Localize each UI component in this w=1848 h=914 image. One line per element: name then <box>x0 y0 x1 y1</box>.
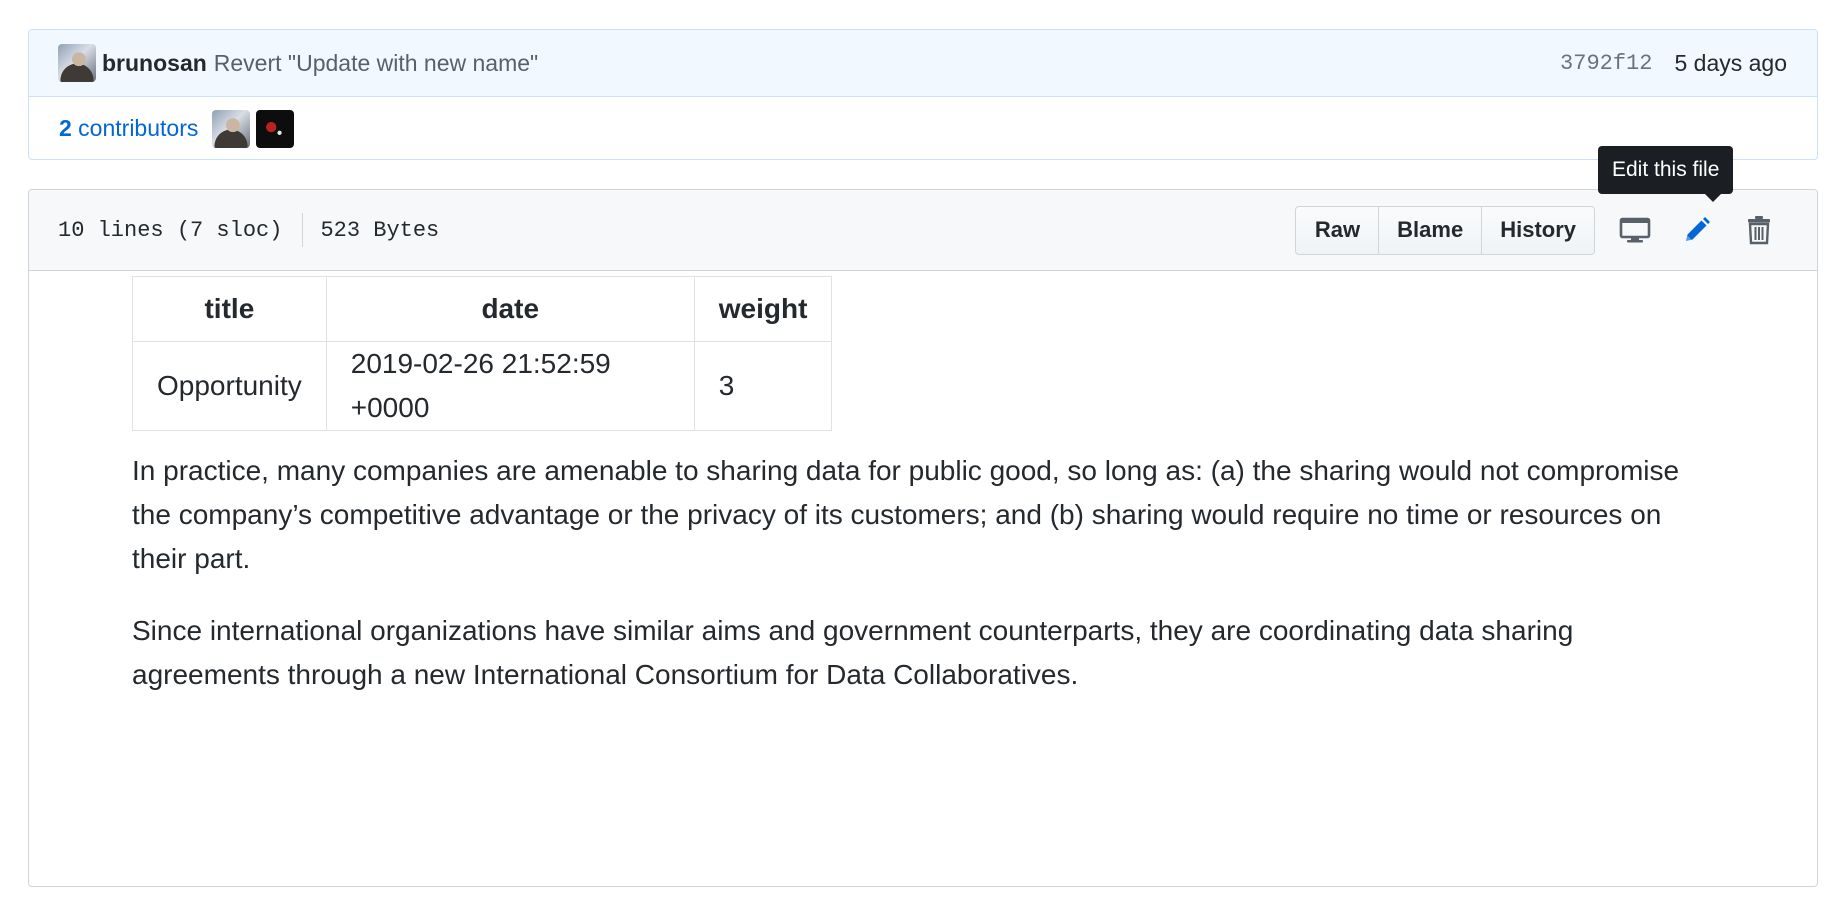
file-box: 10 lines (7 sloc) 523 Bytes Raw Blame Hi… <box>28 189 1818 887</box>
file-header: 10 lines (7 sloc) 523 Bytes Raw Blame Hi… <box>29 190 1817 271</box>
file-actions: Raw Blame History <box>1294 205 1789 255</box>
commit-box: brunosan Revert "Update with new name" 3… <box>28 29 1818 160</box>
edit-file-button[interactable] <box>1667 207 1727 254</box>
table-cell-weight: 3 <box>693 341 833 431</box>
contributors-count: 2 <box>59 115 72 141</box>
contributors-label: contributors <box>71 115 199 141</box>
pencil-icon <box>1686 217 1710 241</box>
history-button[interactable]: History <box>1482 207 1594 254</box>
page: brunosan Revert "Update with new name" 3… <box>0 0 1848 914</box>
commit-date: 5 days ago <box>1674 49 1787 76</box>
blame-button[interactable]: Blame <box>1379 206 1483 254</box>
raw-button[interactable]: Raw <box>1296 206 1380 254</box>
contributors-link[interactable]: 2 contributors <box>59 115 198 142</box>
contributor-avatars <box>212 109 295 148</box>
tooltip-arrow <box>1705 194 1721 202</box>
delete-file-button[interactable] <box>1729 207 1789 254</box>
desktop-icon <box>1619 217 1651 243</box>
file-info: 10 lines (7 sloc) 523 Bytes <box>58 213 439 247</box>
file-info-divider <box>302 213 304 247</box>
markdown-body: title date weight Opportunity 2019-02-26… <box>132 276 1722 725</box>
file-line-count: 10 lines (7 sloc) <box>58 217 283 243</box>
table-header-weight: weight <box>693 276 833 342</box>
table-cell-date: 2019-02-26 21:52:59 +0000 <box>325 341 695 431</box>
trashcan-icon <box>1748 216 1770 245</box>
table-header-row: title date weight <box>132 276 833 342</box>
commit-author-link[interactable]: brunosan <box>102 50 207 77</box>
open-desktop-button[interactable] <box>1605 207 1665 254</box>
contributors-row: 2 contributors <box>29 97 1817 159</box>
author-avatar[interactable] <box>58 44 96 82</box>
table-row: Opportunity 2019-02-26 21:52:59 +0000 3 <box>132 341 833 431</box>
paragraph: In practice, many companies are amenable… <box>132 455 1680 574</box>
commit-sha-link[interactable]: 3792f12 <box>1560 51 1652 76</box>
front-matter-table: title date weight Opportunity 2019-02-26… <box>132 276 833 431</box>
table-cell-title: Opportunity <box>132 341 327 431</box>
commit-message-link[interactable]: Revert "Update with new name" <box>214 50 538 77</box>
file-size: 523 Bytes <box>320 217 440 243</box>
paragraph: Since international organizations have s… <box>132 615 1574 690</box>
file-button-group: Raw Blame History <box>1294 205 1595 255</box>
contributor-avatar[interactable] <box>256 109 295 148</box>
contributor-avatar[interactable] <box>212 109 251 148</box>
table-header-date: date <box>325 276 695 342</box>
table-header-title: title <box>132 276 327 342</box>
edit-tooltip: Edit this file <box>1598 146 1734 194</box>
commit-tease: brunosan Revert "Update with new name" 3… <box>29 30 1817 97</box>
